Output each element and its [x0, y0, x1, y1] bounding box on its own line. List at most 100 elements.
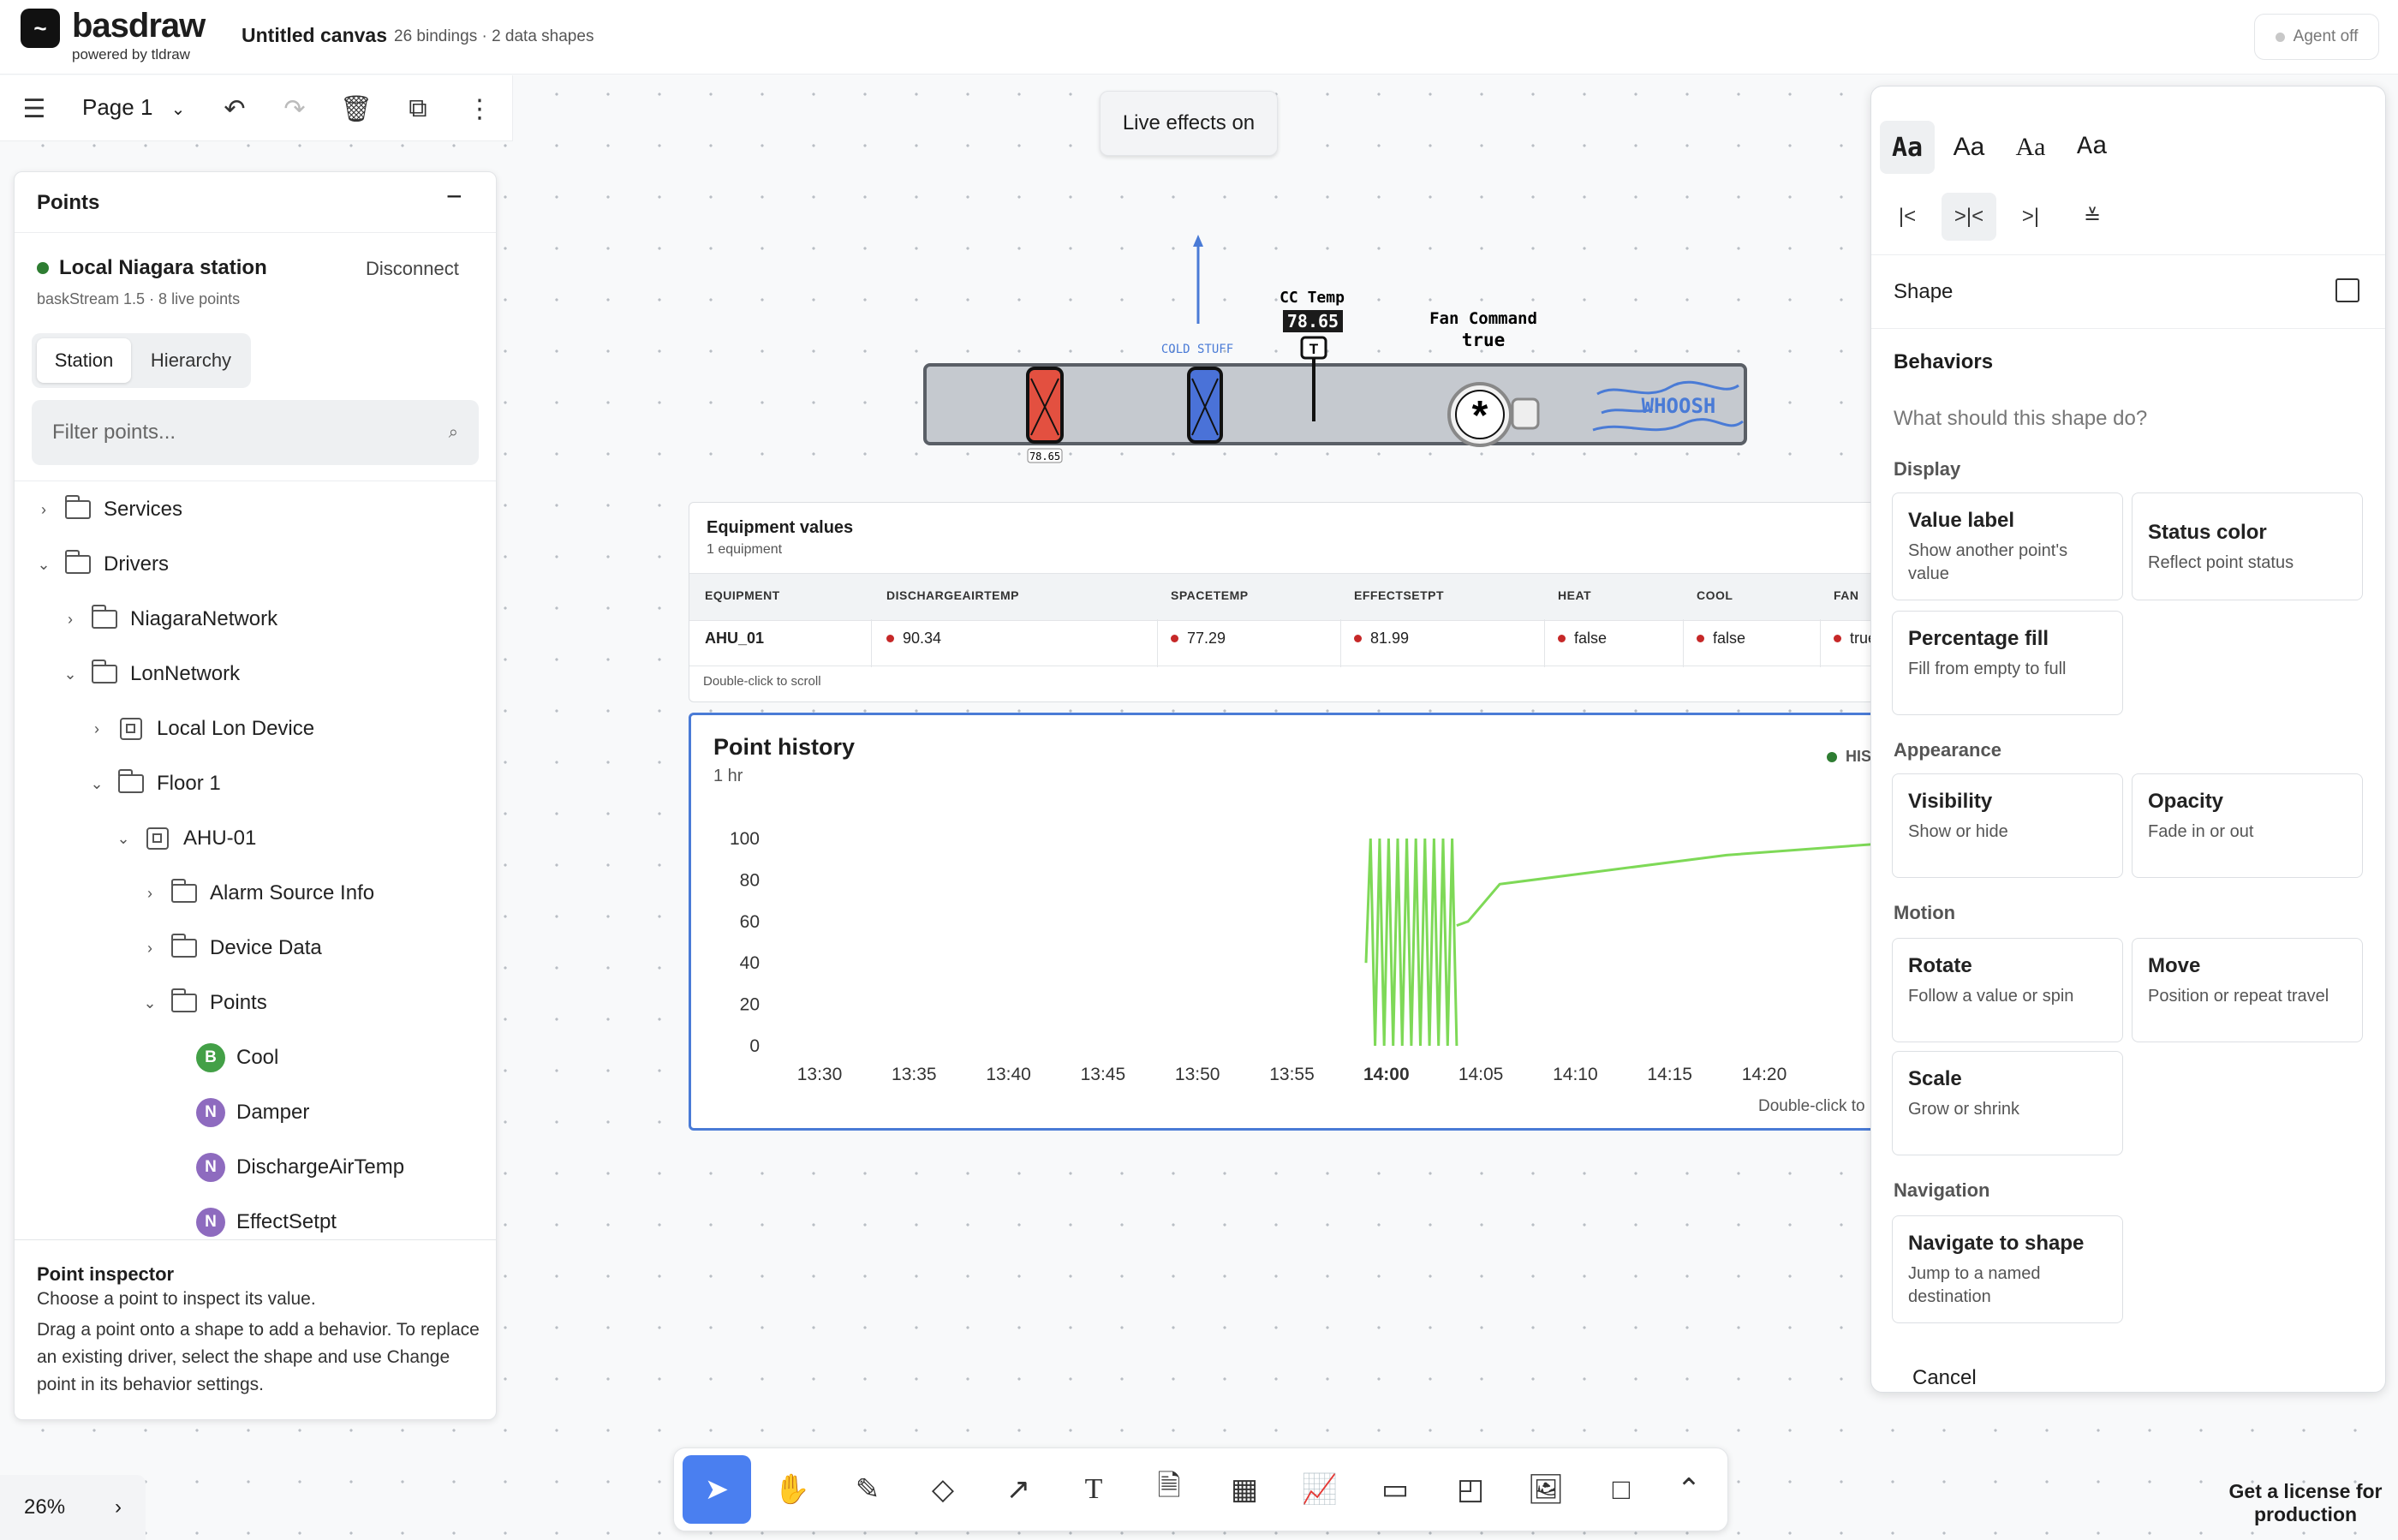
behavior-move[interactable]: Move Position or repeat travel — [2132, 938, 2363, 1042]
legend-label: HIS — [1846, 748, 1872, 765]
behavior-scale[interactable]: Scale Grow or shrink — [1892, 1051, 2123, 1155]
behavior-value-label[interactable]: Value label Show another point's value — [1892, 492, 2123, 600]
behavior-opacity[interactable]: Opacity Fade in or out — [2132, 773, 2363, 878]
undo-icon[interactable]: ↶ — [218, 94, 252, 124]
chevron-right-icon[interactable]: › — [86, 720, 107, 738]
document-icon[interactable]: 🗎 — [1135, 1455, 1203, 1524]
pencil-icon[interactable]: ✎ — [833, 1455, 902, 1524]
arrow-icon[interactable]: ↗ — [984, 1455, 1053, 1524]
chevron-right-icon[interactable]: › — [60, 611, 81, 629]
equipment-values-table[interactable]: Equipment values 1 equipment EQUIPMENT D… — [689, 502, 1917, 702]
cancel-button[interactable]: Cancel — [1912, 1366, 1977, 1390]
chevron-down-icon[interactable]: ⌄ — [140, 994, 160, 1012]
chevron-up-icon[interactable]: ⌃ — [1659, 1455, 1719, 1524]
ahu-duct-drawing[interactable]: 78.65 COLD STUFF CC Temp 78.65 T Fan Com… — [908, 231, 1764, 480]
hand-icon[interactable]: ✋ — [758, 1455, 826, 1524]
cooling-coil[interactable] — [1187, 367, 1223, 444]
chart-icon[interactable]: 📈 — [1285, 1455, 1354, 1524]
tree-item-label: Drivers — [104, 552, 169, 576]
connected-dot-icon — [37, 262, 49, 274]
select-icon[interactable]: ➤ — [683, 1455, 751, 1524]
heating-coil[interactable] — [1026, 367, 1064, 444]
chevron-right-icon[interactable]: › — [140, 940, 160, 958]
license-link[interactable]: Get a license for production — [2220, 1480, 2391, 1526]
point-history-chart[interactable]: 0 20 40 60 80 100 13:30 13:35 13:40 13:45 13:50 13:… — [689, 713, 1920, 1131]
x-tick-label: 13:55 — [1269, 1065, 1315, 1084]
eraser-icon[interactable]: ◇ — [909, 1455, 977, 1524]
chevron-down-icon[interactable]: ⌄ — [86, 775, 107, 793]
sticky-note-icon[interactable]: ◰ — [1436, 1455, 1505, 1524]
tree-item[interactable]: › Services — [15, 482, 496, 537]
tree-item-label: NiagaraNetwork — [130, 607, 278, 630]
divider — [1871, 328, 2385, 329]
canvas-title[interactable]: Untitled canvas — [242, 24, 387, 47]
redo-icon[interactable]: ↷ — [277, 94, 312, 124]
x-tick-label: 14:20 — [1742, 1065, 1787, 1084]
shape-checkbox[interactable] — [2335, 278, 2359, 302]
chevron-right-icon[interactable]: › — [33, 501, 54, 519]
tree-item[interactable]: › Device Data — [15, 921, 496, 976]
chevron-right-icon[interactable]: › — [140, 885, 160, 903]
table-icon[interactable]: ▦ — [1210, 1455, 1279, 1524]
tab-station[interactable]: Station — [37, 338, 131, 383]
chevron-down-icon[interactable]: ⌄ — [60, 666, 81, 683]
menu-icon[interactable]: ☰ — [17, 94, 51, 124]
tab-hierarchy[interactable]: Hierarchy — [136, 338, 246, 383]
font-draw-option[interactable]: Aa — [1880, 121, 1935, 174]
text-icon[interactable]: T — [1059, 1455, 1128, 1524]
device-chip-icon — [116, 717, 146, 741]
cold-stuff-label: COLD STUFF — [1161, 343, 1233, 356]
more-vertical-icon[interactable]: ⋮ — [462, 94, 497, 124]
basdraw-logo-icon[interactable]: ~ — [21, 9, 60, 48]
behavior-rotate[interactable]: Rotate Follow a value or spin — [1892, 938, 2123, 1042]
align-middle-icon[interactable]: ≚ — [2065, 193, 2120, 241]
tree-item[interactable]: ⌄ Points — [15, 976, 496, 1030]
tree-item[interactable]: ⌄ Drivers — [15, 537, 496, 592]
behavior-visibility[interactable]: Visibility Show or hide — [1892, 773, 2123, 878]
inspector-text: Choose a point to inspect its value. — [37, 1289, 316, 1309]
tree-item[interactable]: ⌄AHU-01! — [15, 811, 496, 866]
tree-item[interactable]: ⌄ Floor 1 — [15, 756, 496, 811]
align-start-icon[interactable]: |< — [1880, 193, 1935, 241]
font-sans-option[interactable]: Aa — [1942, 121, 1996, 174]
tree-item[interactable]: NDischargeAirTemp! — [15, 1140, 496, 1195]
tree-item[interactable]: BCool! — [15, 1030, 496, 1085]
align-center-icon[interactable]: >|< — [1942, 193, 1996, 241]
table-cell: 77.29 — [1171, 630, 1226, 648]
trash-icon[interactable]: 🗑 — [339, 94, 373, 124]
zoom-level: 26% — [24, 1495, 66, 1519]
browser-icon[interactable]: ▭ — [1361, 1455, 1429, 1524]
rectangle-icon[interactable]: □ — [1587, 1455, 1655, 1524]
chevron-down-icon[interactable]: ⌄ — [33, 556, 54, 574]
table-cell: false — [1558, 630, 1607, 648]
divider — [1871, 254, 2385, 255]
y-tick-label: 20 — [740, 995, 760, 1015]
image-icon[interactable]: 🖼 — [1512, 1455, 1580, 1524]
point-type-badge-icon: N — [195, 1153, 226, 1182]
tree-item[interactable]: NEffectSetpt! — [15, 1195, 496, 1250]
agent-toggle-button[interactable]: Agent off — [2254, 14, 2379, 60]
tree-item[interactable]: › Alarm Source Info — [15, 866, 496, 921]
font-mono-option[interactable]: Aa — [2065, 121, 2120, 174]
tree-item[interactable]: ›Local Lon Device! — [15, 701, 496, 756]
font-serif-option[interactable]: Aa — [2003, 121, 2058, 174]
behavior-title: Status color — [2148, 521, 2267, 544]
live-effects-button[interactable]: Live effects on — [1100, 91, 1278, 156]
minimize-icon[interactable]: − — [446, 181, 462, 212]
section-navigation: Navigation — [1894, 1179, 1990, 1201]
zoom-control[interactable]: 26% › — [0, 1475, 146, 1540]
fan-command-title: Fan Command — [1429, 309, 1537, 328]
tree-item[interactable]: ⌄LonNetwork! — [15, 647, 496, 701]
tree-item[interactable]: › NiagaraNetwork — [15, 592, 496, 647]
behavior-status-color[interactable]: Status color Reflect point status — [2132, 492, 2363, 600]
duplicate-icon[interactable]: ⧉ — [401, 94, 435, 123]
align-end-icon[interactable]: >| — [2003, 193, 2058, 241]
behavior-percentage-fill[interactable]: Percentage fill Fill from empty to full — [1892, 611, 2123, 715]
tree-item[interactable]: NDamper! — [15, 1085, 496, 1140]
behavior-navigate-to-shape[interactable]: Navigate to shape Jump to a named destin… — [1892, 1215, 2123, 1323]
page-selector[interactable]: Page 1 ⌄ — [82, 94, 185, 121]
chevron-down-icon[interactable]: ⌄ — [113, 830, 134, 848]
table-cell: false — [1697, 630, 1745, 648]
filter-points-input[interactable]: Filter points... ⌕ — [32, 400, 479, 465]
disconnect-button[interactable]: Disconnect — [366, 258, 459, 280]
